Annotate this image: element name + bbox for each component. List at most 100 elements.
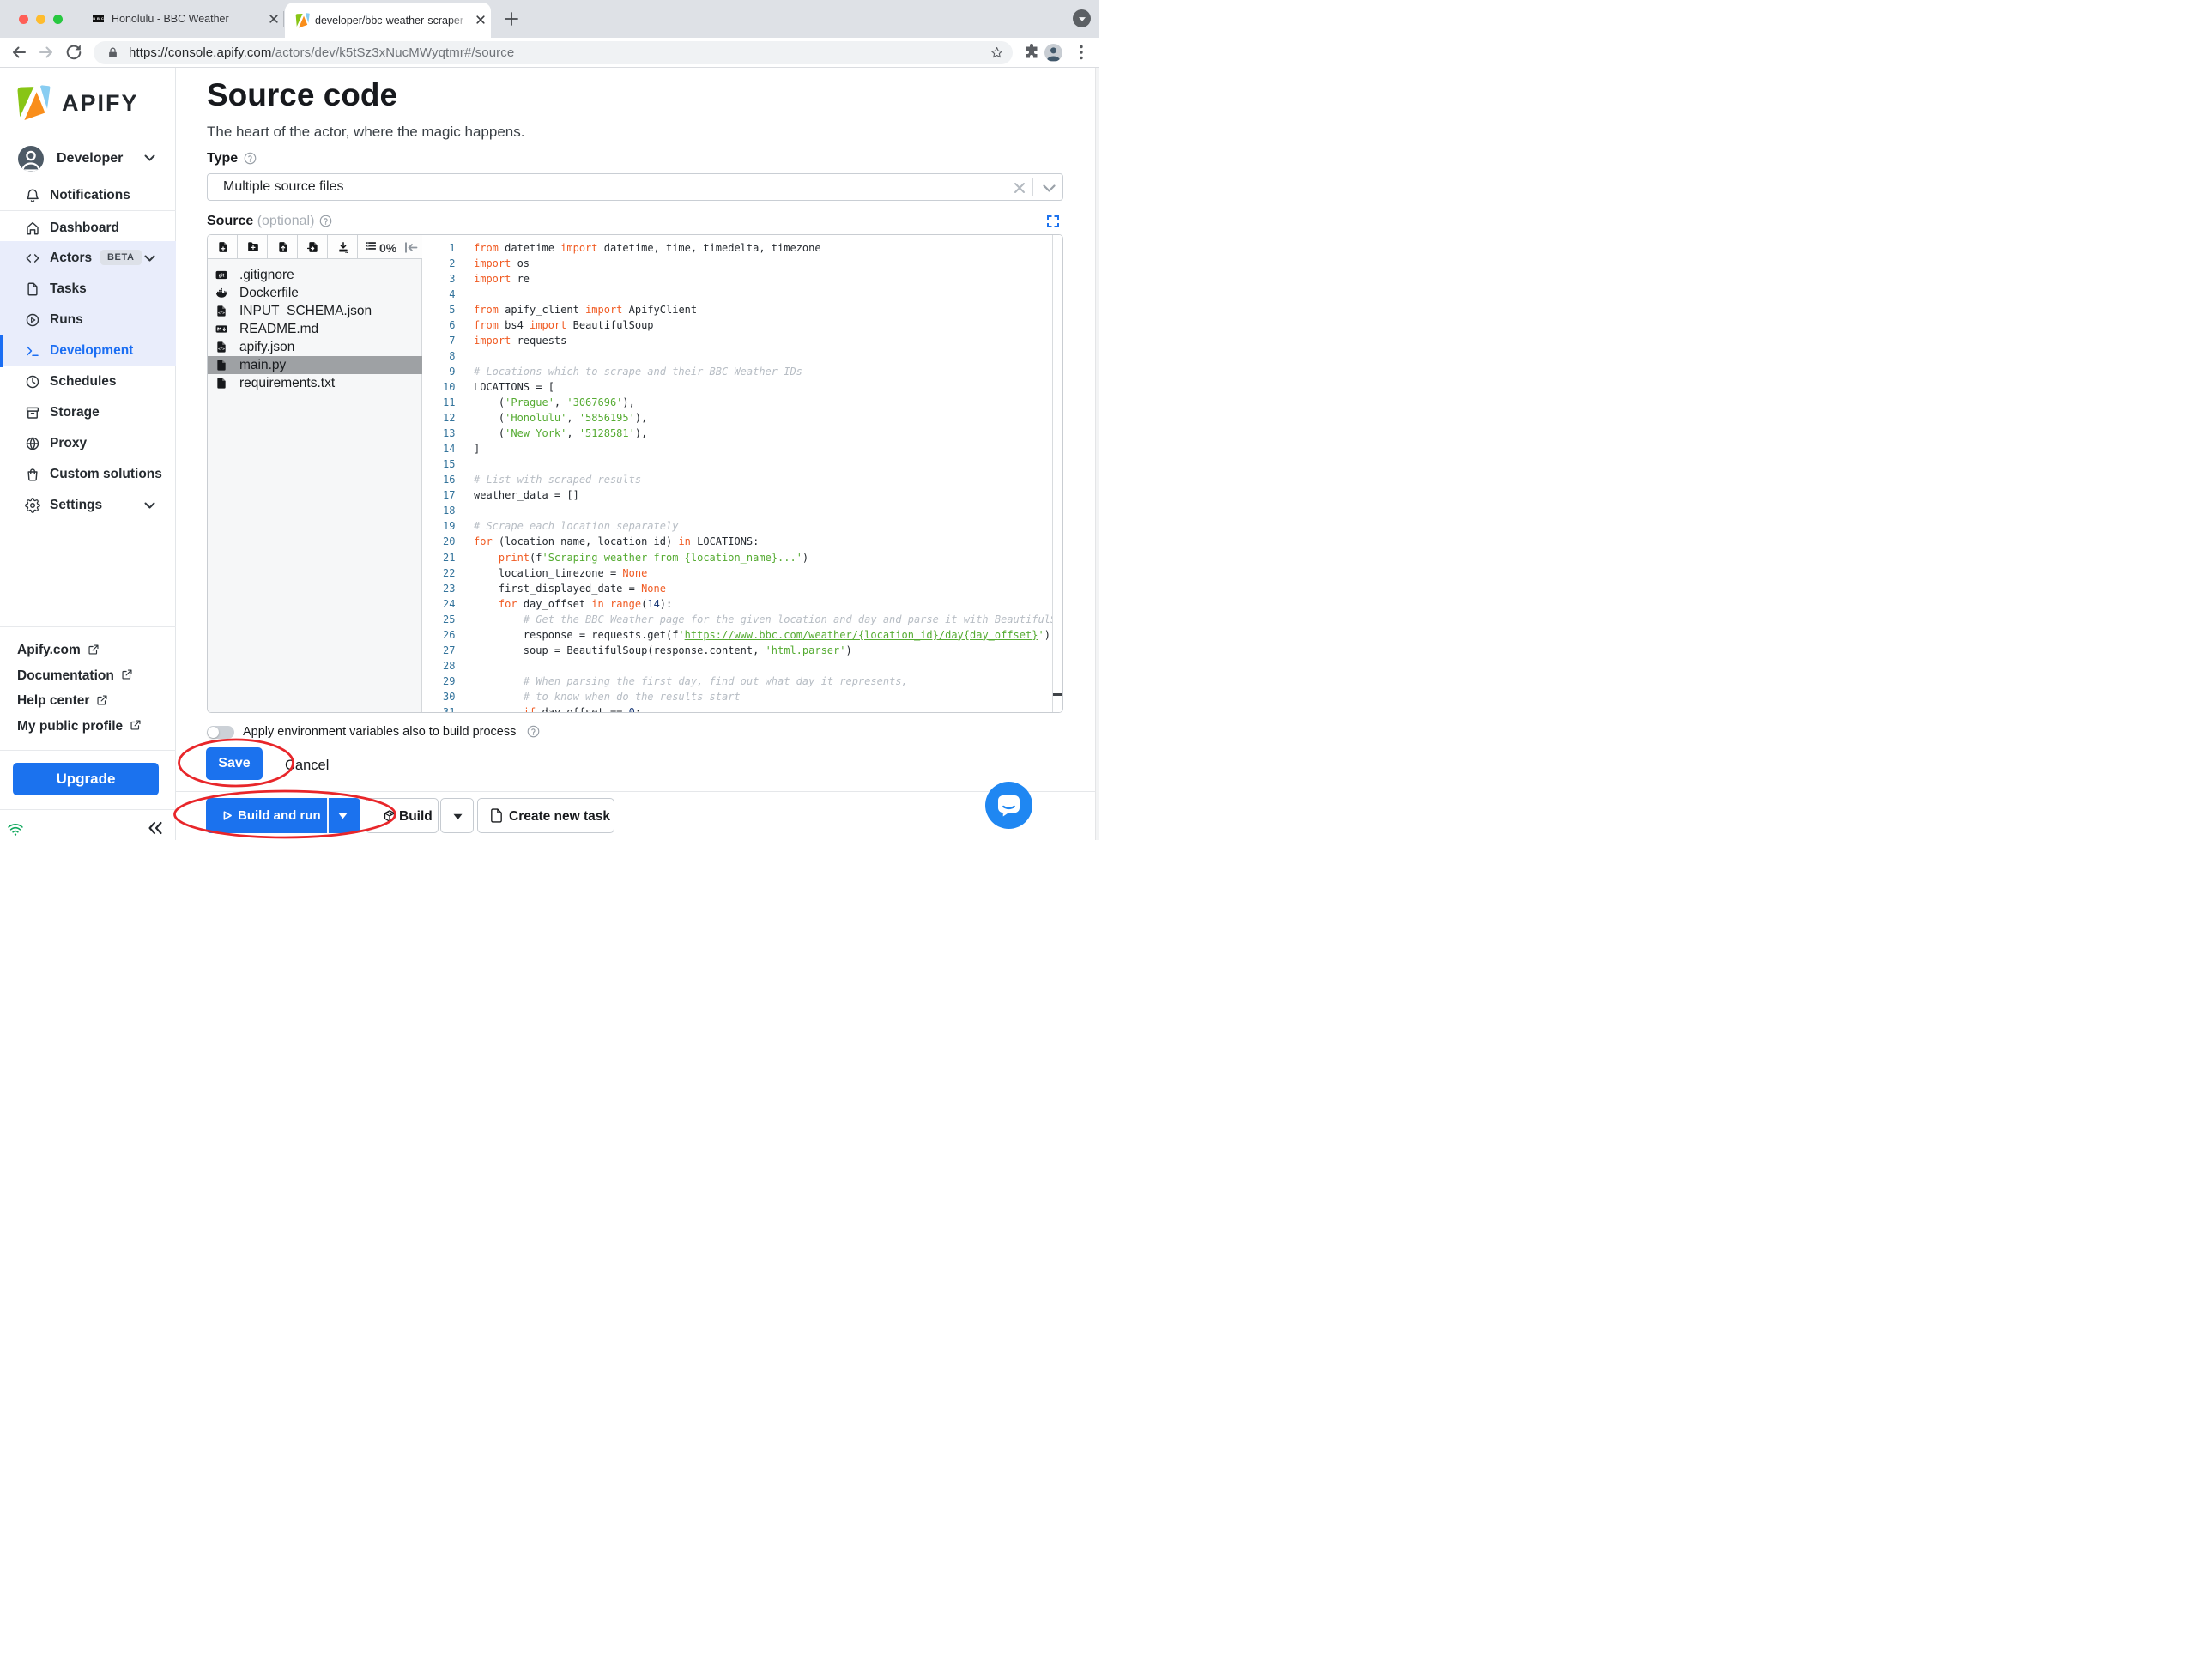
- env-vars-toggle[interactable]: [207, 725, 234, 739]
- create-new-task-button[interactable]: Create new task: [477, 798, 614, 833]
- toggle-help-icon[interactable]: [527, 725, 540, 738]
- back-icon[interactable]: [9, 42, 29, 63]
- code-line[interactable]: location_timezone = None: [474, 565, 647, 581]
- link-documentation[interactable]: Documentation: [17, 668, 133, 684]
- save-button[interactable]: Save: [206, 747, 263, 780]
- tab-bbc-weather[interactable]: BBC Honolulu - BBC Weather: [82, 7, 283, 31]
- sidebar-item-custom-solutions[interactable]: Custom solutions: [0, 459, 176, 490]
- file-row-apify-json[interactable]: </> apify.json: [208, 338, 422, 356]
- tab-close-icon[interactable]: [267, 12, 281, 26]
- code-line[interactable]: for day_offset in range(14):: [474, 596, 672, 612]
- code-line[interactable]: # to know when do the results start: [474, 689, 741, 704]
- import-file-button[interactable]: [298, 235, 328, 258]
- code-line[interactable]: from apify_client import ApifyClient: [474, 302, 697, 317]
- apify-logo[interactable]: APIFY: [16, 85, 137, 121]
- forward-icon[interactable]: [36, 42, 57, 63]
- tab-close-icon[interactable]: [474, 13, 487, 27]
- sidebar-item-proxy[interactable]: Proxy: [0, 428, 176, 459]
- type-label: Type: [207, 151, 239, 166]
- clock-icon: [26, 375, 39, 389]
- sidebar-item-actors[interactable]: Actors BETA: [0, 243, 176, 274]
- code-editor[interactable]: 1 2 3 4 5 6 7 8 9 10 11 12 13 14 15 16 17 18 19 20 21 22 23 24 2…: [422, 235, 1062, 712]
- code-line[interactable]: # List with scraped results: [474, 472, 641, 487]
- build-button[interactable]: Build: [366, 798, 439, 833]
- code-line[interactable]: # Get the BBC Weather page for the given…: [474, 612, 1052, 627]
- traffic-light-close-icon[interactable]: [19, 15, 28, 24]
- tab-search-button[interactable]: [1073, 9, 1091, 27]
- sidebar-item-schedules[interactable]: Schedules: [0, 366, 176, 397]
- type-select[interactable]: Multiple source files: [207, 173, 1063, 201]
- sidebar-item-settings[interactable]: Settings: [0, 490, 176, 521]
- code-line[interactable]: ('New York', '5128581'),: [474, 426, 647, 441]
- code-line[interactable]: ('Prague', '3067696'),: [474, 395, 635, 410]
- build-and-run-button[interactable]: Build and run: [206, 798, 360, 833]
- build-run-dropdown-icon[interactable]: [338, 813, 348, 819]
- code-line[interactable]: import re: [474, 271, 530, 287]
- traffic-light-minimize-icon[interactable]: [36, 15, 45, 24]
- code-line[interactable]: import os: [474, 256, 530, 271]
- new-file-button[interactable]: [208, 235, 238, 258]
- code-line[interactable]: for (location_name, location_id) in LOCA…: [474, 534, 759, 549]
- sidebar-item-development[interactable]: Development: [0, 335, 176, 366]
- link-apify-com[interactable]: Apify.com: [17, 643, 100, 658]
- code-token: ): [1044, 628, 1050, 641]
- cancel-button[interactable]: Cancel: [285, 758, 329, 774]
- download-button[interactable]: [328, 235, 358, 258]
- account-menu[interactable]: Developer: [0, 144, 176, 172]
- file-row-requirements[interactable]: requirements.txt: [208, 374, 422, 392]
- editor-scrollbar-thumb[interactable]: [1053, 693, 1062, 696]
- code-line[interactable]: ]: [474, 441, 480, 456]
- sidebar-item-storage[interactable]: Storage: [0, 397, 176, 428]
- reload-icon[interactable]: [64, 42, 84, 63]
- sidebar-item-notifications[interactable]: Notifications: [0, 180, 176, 211]
- new-tab-icon[interactable]: [501, 9, 522, 29]
- code-line[interactable]: weather_data = []: [474, 487, 579, 503]
- code-line[interactable]: # When parsing the first day, find out w…: [474, 674, 908, 689]
- fullscreen-icon[interactable]: [1047, 215, 1059, 227]
- collapse-sidebar-icon[interactable]: [148, 821, 163, 835]
- menu-kebab-icon[interactable]: [1071, 42, 1092, 63]
- code-line[interactable]: import requests: [474, 333, 566, 348]
- clear-icon[interactable]: [1014, 182, 1026, 194]
- collapse-panel-icon[interactable]: [404, 241, 418, 254]
- link-help-center[interactable]: Help center: [17, 693, 108, 709]
- build-dropdown-button[interactable]: [440, 798, 474, 833]
- file-row-dockerfile[interactable]: Dockerfile: [208, 284, 422, 302]
- type-help-icon[interactable]: [244, 152, 257, 165]
- link-my-public-profile[interactable]: My public profile: [17, 719, 142, 734]
- traffic-light-zoom-icon[interactable]: [53, 15, 63, 24]
- tab-apify-console[interactable]: developer/bbc-weather-scraper: [285, 3, 491, 38]
- chat-widget-button[interactable]: [985, 782, 1032, 829]
- lock-icon[interactable]: [106, 46, 119, 59]
- code-line[interactable]: ('Honolulu', '5856195'),: [474, 410, 647, 426]
- code-line[interactable]: soup = BeautifulSoup(response.content, '…: [474, 643, 852, 658]
- bookmark-star-icon[interactable]: [990, 45, 1004, 60]
- code-line[interactable]: from bs4 import BeautifulSoup: [474, 317, 654, 333]
- file-row-input-schema[interactable]: </> INPUT_SCHEMA.json: [208, 302, 422, 320]
- url-bar[interactable]: https://console.apify.com/actors/dev/k5t…: [94, 40, 1013, 64]
- new-folder-button[interactable]: [238, 235, 268, 258]
- code-line[interactable]: # Scrape each location separately: [474, 518, 678, 534]
- code-line[interactable]: first_displayed_date = None: [474, 581, 666, 596]
- file-row-readme[interactable]: README.md: [208, 320, 422, 338]
- sidebar-item-tasks[interactable]: Tasks: [0, 274, 176, 305]
- code-line[interactable]: print(f'Scraping weather from {location_…: [474, 550, 808, 565]
- upgrade-button[interactable]: Upgrade: [13, 763, 159, 795]
- svg-text:</>: </>: [218, 347, 225, 352]
- source-label: Source (optional): [207, 214, 315, 228]
- code-line[interactable]: # Locations which to scrape and their BB…: [474, 364, 802, 379]
- file-row-main-py[interactable]: main.py: [208, 355, 422, 374]
- profile-avatar[interactable]: [1044, 44, 1062, 62]
- code-line[interactable]: LOCATIONS = [: [474, 379, 554, 395]
- select-chevron-icon[interactable]: [1043, 184, 1056, 192]
- sidebar-item-runs[interactable]: Runs: [0, 305, 176, 335]
- code-line[interactable]: from datetime import datetime, time, tim…: [474, 240, 821, 256]
- code-line[interactable]: response = requests.get(f'https://www.bb…: [474, 627, 1050, 643]
- source-help-icon[interactable]: [319, 215, 332, 227]
- file-row-gitignore[interactable]: git .gitignore: [208, 266, 422, 284]
- upload-file-button[interactable]: [268, 235, 298, 258]
- page-scrollbar[interactable]: [1095, 68, 1098, 840]
- sidebar-item-dashboard[interactable]: Dashboard: [0, 213, 176, 244]
- editor-scrollbar[interactable]: [1051, 235, 1062, 712]
- extensions-icon[interactable]: [1021, 42, 1042, 63]
